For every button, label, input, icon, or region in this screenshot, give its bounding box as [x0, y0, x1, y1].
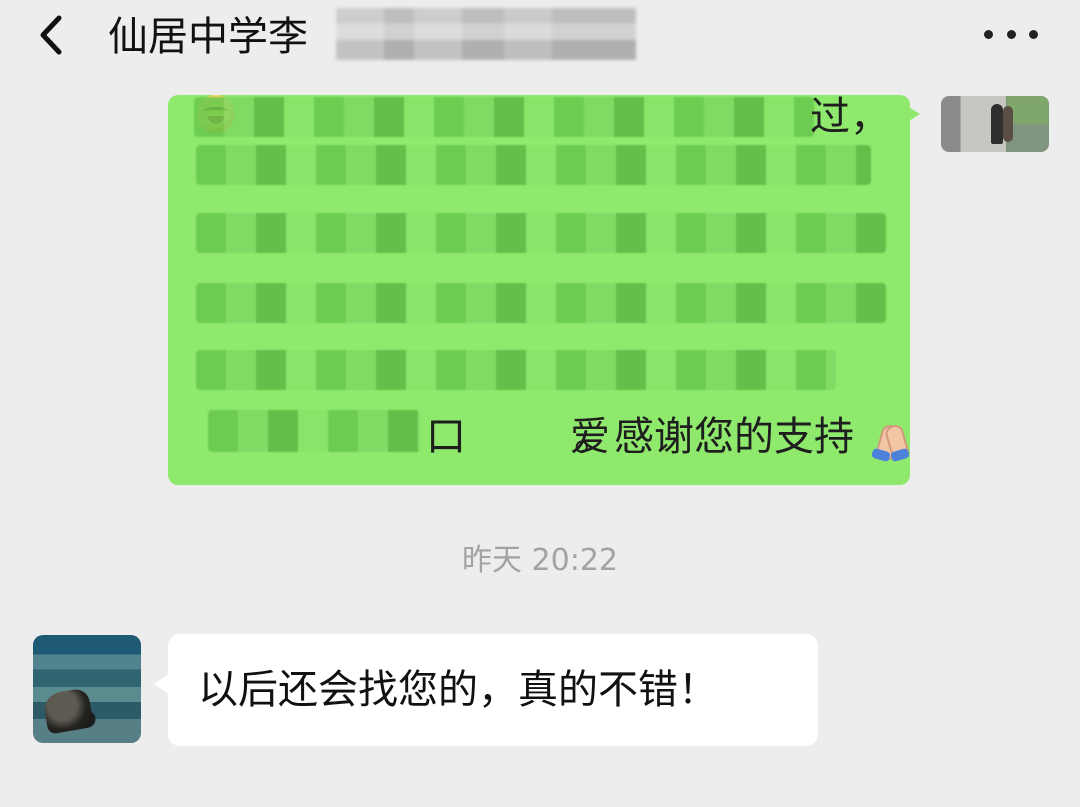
blurred-message-line-3 [196, 213, 886, 253]
blurred-message-line-5 [196, 350, 836, 390]
message-timestamp: 昨天 20:22 [462, 543, 618, 578]
avatar-tree-detail [1007, 96, 1049, 124]
message-thanks-text: 。感谢您的支持 [574, 414, 910, 463]
message-fragment-2: 口 [426, 414, 466, 460]
blurred-message-line-2 [196, 145, 871, 185]
blurred-message-line-1 [194, 97, 814, 137]
blurred-message-line-6 [208, 410, 422, 452]
chat-title: 仙居中学李 [108, 14, 308, 60]
more-dot-3 [1029, 29, 1038, 39]
outgoing-message-bubble[interactable]: 过， 口 爱 。感谢您的支持 [168, 95, 910, 485]
avatar-person-detail [991, 104, 1003, 144]
thanks-text-content: 。感谢您的支持 [574, 414, 854, 460]
incoming-message-bubble[interactable]: 以后还会找您的，真的不错！ [168, 634, 818, 746]
sender-avatar[interactable] [941, 96, 1049, 152]
avatar-person-detail-2 [1003, 106, 1013, 142]
back-icon[interactable] [28, 10, 78, 60]
obscured-title-extension [336, 8, 636, 60]
more-dot-2 [1006, 29, 1016, 39]
more-dot-1 [984, 29, 993, 39]
recipient-avatar[interactable] [33, 635, 141, 743]
chat-header: 仙居中学李 [0, 0, 1080, 78]
more-dots-icon[interactable] [984, 20, 1038, 48]
avatar-rock-detail [41, 687, 95, 735]
praying-hands-icon [869, 418, 910, 463]
incoming-message-text: 以后还会找您的，真的不错！ [198, 667, 718, 713]
message-fragment-1: 过， [810, 95, 890, 140]
blurred-message-line-4 [196, 283, 886, 323]
